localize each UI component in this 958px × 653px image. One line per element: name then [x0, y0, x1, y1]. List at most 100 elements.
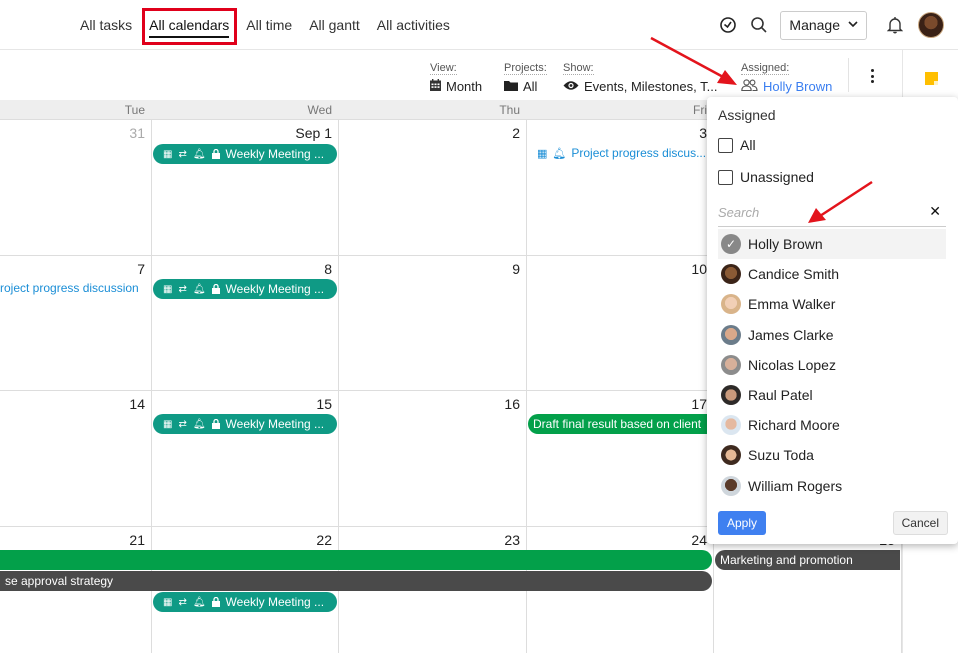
sticky-note-icon[interactable]	[925, 72, 938, 85]
event-title: se approval strategy	[5, 574, 114, 588]
projects-filter[interactable]: Projects: All	[504, 58, 547, 94]
day-cell[interactable]: 16	[339, 391, 527, 527]
assigned-filter[interactable]: Assigned: Holly Brown	[741, 58, 832, 94]
projects-filter-value: All	[523, 79, 538, 94]
event-weekly-meeting[interactable]: ▦ ⇄ 🔔︎ Weekly Meeting ...	[153, 144, 337, 164]
more-options-icon[interactable]	[865, 67, 879, 85]
calendar-icon: ▦	[163, 283, 173, 295]
event-title: Weekly Meeting ...	[225, 147, 325, 161]
calendar-icon	[430, 79, 441, 94]
day-cell[interactable]: 9	[339, 256, 527, 391]
event-title: Draft final result based on client	[533, 417, 702, 431]
cancel-button[interactable]: Cancel	[892, 511, 948, 535]
bell-icon[interactable]	[884, 14, 906, 36]
user-avatar[interactable]	[918, 12, 944, 38]
search-field: ✕	[718, 200, 946, 227]
day-cell[interactable]: 2	[339, 120, 527, 256]
user-option-candice-smith[interactable]: Candice Smith	[718, 259, 946, 289]
calendar-icon: ▦	[537, 147, 548, 160]
option-label: All	[740, 137, 756, 153]
repeat-icon: ⇄	[178, 148, 187, 160]
day-cell[interactable]: 25	[714, 527, 902, 653]
event-project-progress[interactable]: roject progress discussion	[0, 281, 146, 295]
day-cell[interactable]: Sep 1	[152, 120, 339, 256]
manage-dropdown-button[interactable]: Manage	[780, 10, 867, 40]
user-option-emma-walker[interactable]: Emma Walker	[718, 289, 946, 319]
day-number: 3	[699, 125, 707, 141]
avatar	[721, 354, 741, 375]
checkbox-all[interactable]	[718, 137, 733, 153]
user-name: Suzu Toda	[748, 447, 814, 464]
user-name: William Rogers	[748, 477, 843, 494]
day-cell[interactable]: 8	[152, 256, 339, 391]
event-title: Weekly Meeting ...	[225, 595, 325, 609]
tab-all-time[interactable]: All time	[246, 17, 292, 33]
event-title: Project progress discus...	[571, 146, 707, 160]
event-weekly-meeting[interactable]: ▦ ⇄ 🔔︎ Weekly Meeting ...	[153, 279, 337, 299]
event-approval-strategy[interactable]: se approval strategy	[0, 571, 712, 591]
day-cell[interactable]: 3	[527, 120, 714, 256]
user-option-william-rogers[interactable]: William Rogers	[718, 471, 946, 501]
event-green-span[interactable]	[0, 550, 712, 570]
event-title: Marketing and promotion	[720, 553, 853, 567]
search-input[interactable]	[718, 200, 908, 224]
show-filter[interactable]: Show: Events, Milestones, T...	[563, 58, 717, 94]
day-cell[interactable]: 7	[0, 256, 152, 391]
day-cell[interactable]: 15	[152, 391, 339, 527]
day-number: 21	[129, 532, 145, 548]
event-draft-final-result[interactable]: Draft final result based on client	[528, 414, 714, 434]
show-filter-label: Show:	[563, 62, 594, 75]
top-navigation-bar: All tasks All calendars All time All gan…	[0, 0, 958, 50]
event-weekly-meeting[interactable]: ▦ ⇄ 🔔︎ Weekly Meeting ...	[153, 592, 337, 612]
user-name: Nicolas Lopez	[748, 356, 836, 373]
assigned-filter-label: Assigned:	[741, 62, 790, 75]
user-option-james-clarke[interactable]: James Clarke	[718, 320, 946, 350]
user-name: Richard Moore	[748, 417, 840, 434]
day-number: 10	[691, 261, 707, 277]
day-cell[interactable]: 17	[527, 391, 714, 527]
checkbox-unassigned[interactable]	[718, 169, 733, 185]
day-number: 24	[691, 532, 707, 548]
tab-all-gantt[interactable]: All gantt	[309, 17, 360, 33]
calendar-icon: ▦	[163, 148, 173, 160]
user-list: ✓ Holly Brown Candice Smith Emma Walker …	[718, 229, 946, 501]
option-all[interactable]: All	[718, 137, 756, 153]
tab-all-activities[interactable]: All activities	[377, 17, 450, 33]
folder-icon	[504, 80, 518, 94]
user-name: Emma Walker	[748, 296, 836, 313]
option-unassigned[interactable]: Unassigned	[718, 169, 814, 185]
user-option-holly-brown[interactable]: ✓ Holly Brown	[718, 229, 946, 260]
day-number: 23	[504, 532, 520, 548]
day-number: 17	[691, 396, 707, 412]
user-option-nicolas-lopez[interactable]: Nicolas Lopez	[718, 350, 946, 380]
timer-icon[interactable]	[717, 14, 739, 36]
bell-icon: 🔔︎	[552, 147, 567, 160]
assigned-dropdown: Assigned All Unassigned ✕ ✓ Holly Brown …	[707, 97, 958, 544]
user-option-raul-patel[interactable]: Raul Patel	[718, 380, 946, 410]
view-filter[interactable]: View: Month	[430, 58, 482, 94]
tab-all-tasks[interactable]: All tasks	[80, 17, 132, 33]
tab-all-calendars[interactable]: All calendars	[149, 17, 230, 38]
event-weekly-meeting[interactable]: ▦ ⇄ 🔔︎ Weekly Meeting ...	[153, 414, 337, 434]
event-marketing-promotion[interactable]: Marketing and promotion	[715, 550, 900, 570]
user-option-suzu-toda[interactable]: Suzu Toda	[718, 440, 946, 470]
day-cell[interactable]: 31	[0, 120, 152, 256]
user-option-richard-moore[interactable]: Richard Moore	[718, 410, 946, 440]
day-number: 31	[129, 125, 145, 141]
apply-button[interactable]: Apply	[718, 511, 767, 535]
day-cell[interactable]: 14	[0, 391, 152, 527]
close-icon[interactable]: ✕	[929, 203, 941, 220]
view-filter-label: View:	[430, 62, 457, 75]
day-number: 14	[129, 396, 145, 412]
day-number: 9	[512, 261, 520, 277]
event-project-progress[interactable]: ▦ 🔔︎ Project progress discus...	[537, 146, 707, 160]
search-icon[interactable]	[748, 14, 770, 36]
user-name: Holly Brown	[748, 236, 823, 253]
users-icon	[741, 79, 758, 94]
eye-icon	[563, 80, 579, 94]
lock-icon	[211, 419, 220, 429]
repeat-icon: ⇄	[178, 418, 187, 430]
day-cell[interactable]: 10	[527, 256, 714, 391]
lock-icon	[211, 597, 220, 607]
avatar	[721, 445, 741, 466]
